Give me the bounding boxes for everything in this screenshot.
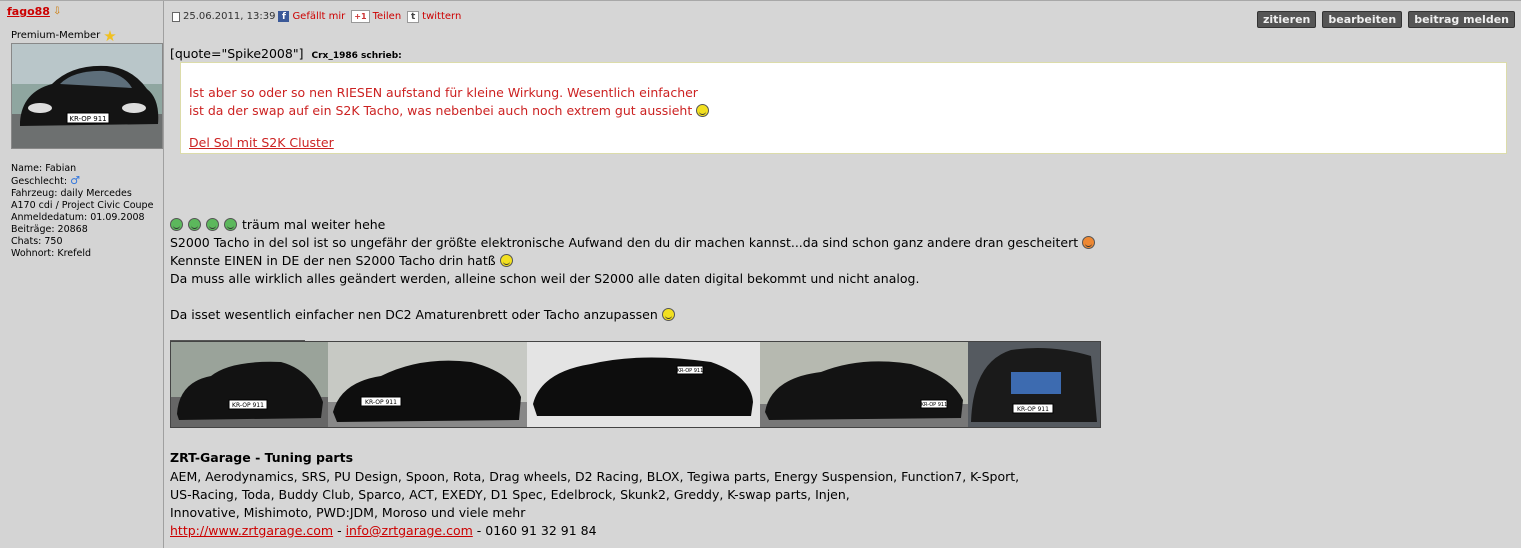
phone-number: - 0160 91 32 91 84 <box>472 523 597 538</box>
info-gender-label: Geschlecht: <box>11 176 68 187</box>
user-rank: Premium-Member ★ <box>11 26 163 45</box>
body-line-4: Da muss alle wirklich alles geändert wer… <box>170 271 920 286</box>
banner-plate-2: KR-OP 911 <box>365 399 397 406</box>
signature-title: ZRT-Garage - Tuning parts <box>170 450 354 465</box>
quote-link[interactable]: Del Sol mit S2K Cluster <box>189 134 1506 152</box>
username-row: fago88 ⇩ <box>7 5 163 18</box>
info-posts: Beiträge: 20868 <box>11 224 88 235</box>
body-line-3: Kennste EINEN in DE der nen S2000 Tacho … <box>170 253 496 268</box>
twitter-icon[interactable]: t <box>407 10 420 23</box>
angry-icon <box>1082 236 1096 249</box>
body-line-3-row: Kennste EINEN in DE der nen S2000 Tacho … <box>170 252 1095 270</box>
online-arrow-icon: ⇩ <box>52 6 62 17</box>
quote-box: Ist aber so oder so nen RIESEN aufstand … <box>180 62 1507 154</box>
user-info: Name: Fabian Geschlecht: ♂ Fahrzeug: dai… <box>11 163 159 260</box>
quote-raw-tag: [quote="Spike2008"] <box>170 46 304 61</box>
quote-button[interactable]: zitieren <box>1256 11 1317 28</box>
share-link[interactable]: Teilen <box>373 11 402 22</box>
user-sidebar: fago88 ⇩ Premium-Member ★ KR-OP 911 Name… <box>0 1 164 548</box>
post-actions: zitieren bearbeiten beitrag melden <box>1256 11 1515 28</box>
body-line-2-row: S2000 Tacho in del sol ist so ungefähr d… <box>170 234 1096 252</box>
banner-plate-3: KR-OP 911 <box>677 368 704 374</box>
document-icon <box>172 11 180 22</box>
google-plus-icon[interactable]: +1 <box>351 10 370 23</box>
male-icon: ♂ <box>70 174 80 187</box>
smiley-icon <box>696 104 710 117</box>
smiley-icon <box>499 254 513 267</box>
banner-plate-5: KR-OP 911 <box>1017 406 1049 413</box>
info-vehicle: Fahrzeug: daily Mercedes A170 cdi / Proj… <box>11 188 154 211</box>
smiley-icon <box>661 308 675 321</box>
avatar-plate: KR-OP 911 <box>69 115 106 123</box>
info-gender: Geschlecht: ♂ <box>11 175 159 188</box>
info-name: Name: Fabian <box>11 163 77 174</box>
post-datetime: 25.06.2011, 13:39 <box>183 11 276 22</box>
grin-icon <box>224 218 237 231</box>
signature-text: AEM, Aerodynamics, SRS, PU Design, Spoon… <box>170 468 1019 540</box>
quote-line-1: Ist aber so oder so nen RIESEN aufstand … <box>189 85 698 100</box>
banner-plate-4: KR-OP 911 <box>921 402 948 408</box>
body-line-1: träum mal weiter hehe <box>242 217 386 232</box>
quote-line-2-row: ist da der swap auf ein S2K Tacho, was n… <box>189 102 1506 120</box>
body-line-2: S2000 Tacho in del sol ist so ungefähr d… <box>170 235 1079 250</box>
rank-label: Premium-Member <box>11 30 101 41</box>
body-line-1-row: träum mal weiter hehe <box>170 216 1095 234</box>
info-location: Wohnort: Krefeld <box>11 248 91 259</box>
email-link[interactable]: info@zrtgarage.com <box>346 523 473 538</box>
website-link[interactable]: http://www.zrtgarage.com <box>170 523 333 538</box>
grin-icons <box>170 218 237 231</box>
avatar: KR-OP 911 <box>11 43 163 149</box>
quote-line-2: ist da der swap auf ein S2K Tacho, was n… <box>189 103 693 118</box>
signature-contact: http://www.zrtgarage.com - info@zrtgarag… <box>170 522 1019 540</box>
grin-icon <box>206 218 219 231</box>
post-main: 25.06.2011, 13:39 f Gefällt mir +1 Teile… <box>164 1 1521 548</box>
signature-line-1: AEM, Aerodynamics, SRS, PU Design, Spoon… <box>170 469 1020 484</box>
grin-icon <box>170 218 183 231</box>
tweet-link[interactable]: twittern <box>422 11 461 22</box>
facebook-icon[interactable]: f <box>278 11 290 22</box>
quote-author: Crx_1986 schrieb: <box>311 51 402 61</box>
contact-separator: - <box>333 523 346 538</box>
post-header: 25.06.2011, 13:39 f Gefällt mir +1 Teile… <box>172 10 464 23</box>
edit-button[interactable]: bearbeiten <box>1322 11 1403 28</box>
premium-star-icon: ★ <box>103 26 117 45</box>
signature-banner: KR-OP 911 KR-OP 911 KR-OP 911 KR-OP 911 <box>170 341 1101 428</box>
signature-line-3: Innovative, Mishimoto, PWD:JDM, Moroso u… <box>170 505 526 520</box>
signature-line-2: US-Racing, Toda, Buddy Club, Sparco, ACT… <box>170 487 850 502</box>
post-content: [quote="Spike2008"] Crx_1986 schrieb: Is… <box>170 46 1510 538</box>
quote-header: [quote="Spike2008"] Crx_1986 schrieb: <box>170 46 1510 61</box>
body-line-5-row: Da isset wesentlich einfacher nen DC2 Am… <box>170 306 1095 324</box>
like-link[interactable]: Gefällt mir <box>292 11 345 22</box>
info-chats: Chats: 750 <box>11 236 63 247</box>
body-line-5: Da isset wesentlich einfacher nen DC2 Am… <box>170 307 658 322</box>
forum-post: fago88 ⇩ Premium-Member ★ KR-OP 911 Name… <box>0 0 1521 548</box>
report-button[interactable]: beitrag melden <box>1408 11 1515 28</box>
info-registered: Anmeldedatum: 01.09.2008 <box>11 212 145 223</box>
post-body: träum mal weiter hehe S2000 Tacho in del… <box>170 216 1096 324</box>
username-link[interactable]: fago88 <box>7 5 50 18</box>
banner-plate-1: KR-OP 911 <box>232 402 264 409</box>
grin-icon <box>188 218 201 231</box>
